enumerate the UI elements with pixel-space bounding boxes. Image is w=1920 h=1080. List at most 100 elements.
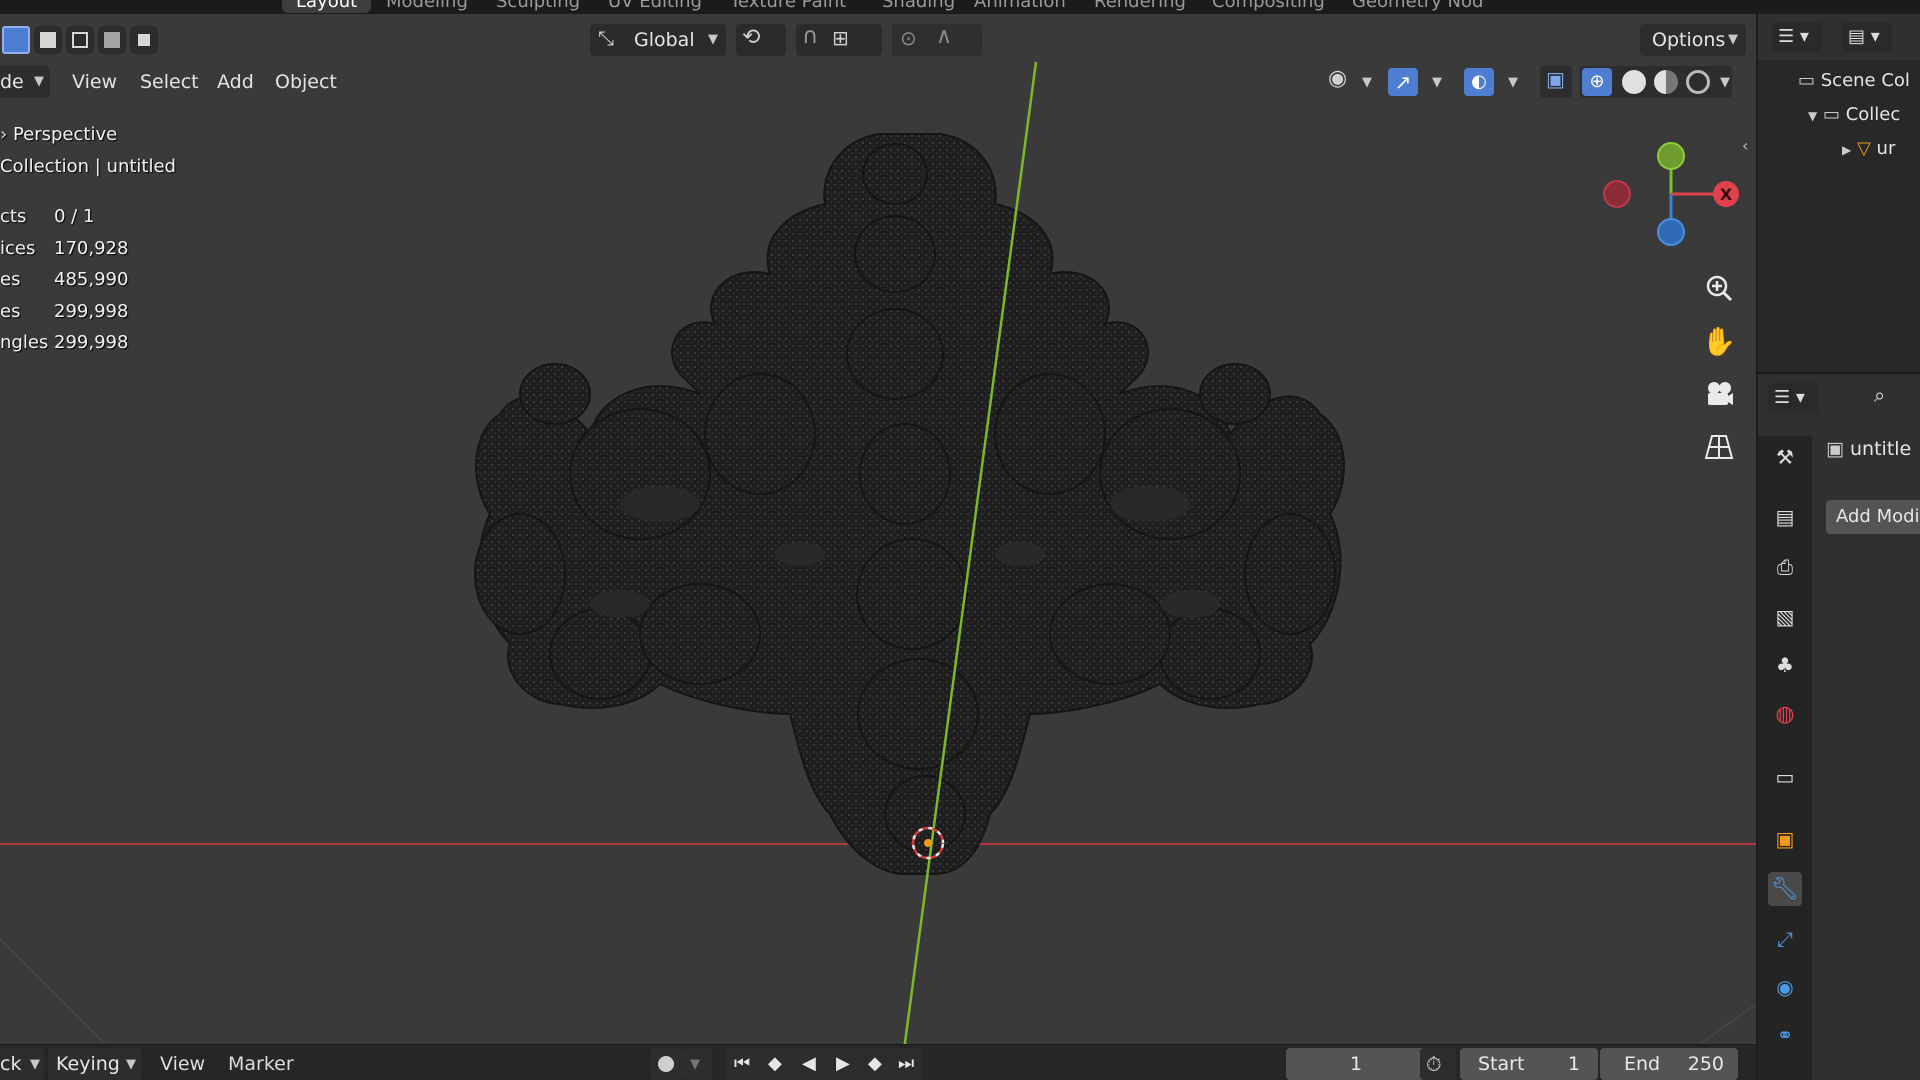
- expand-arrow-icon[interactable]: ▼: [1808, 109, 1817, 123]
- keying-dropdown[interactable]: Keying ▼: [48, 1048, 142, 1080]
- tab-rendering[interactable]: Rendering: [1080, 0, 1200, 13]
- material-shading-icon[interactable]: [1654, 70, 1678, 94]
- outliner: ☰ ▾ ▤ ▾ ▭ Scene Col ▼ ▭ Collec ▶ ▽ ur: [1758, 14, 1920, 374]
- tab-sculpting[interactable]: Sculpting: [482, 0, 594, 13]
- prev-keyframe-icon[interactable]: ◆: [768, 1049, 782, 1079]
- 3d-viewport[interactable]: ⤡ Global ▼ ⟲ ∩ ⊞ ⊙ ∧ Options ▼ de ▼ View…: [0, 14, 1756, 1080]
- tab-texture-paint[interactable]: Texture Paint: [716, 0, 860, 13]
- object-properties-icon[interactable]: ▣: [1768, 822, 1802, 856]
- collection-box-icon: ▭: [1822, 104, 1840, 125]
- next-keyframe-icon[interactable]: ◆: [868, 1049, 882, 1079]
- properties-editor-type-dropdown[interactable]: ☰ ▾: [1768, 383, 1818, 413]
- render-properties-icon[interactable]: ▤: [1768, 500, 1802, 534]
- object-name-row: ▣ untitle: [1826, 438, 1912, 460]
- display-mode-dropdown[interactable]: ▤ ▾: [1842, 22, 1892, 52]
- transform-orientation-dropdown[interactable]: ⤡ Global ▼: [590, 24, 726, 56]
- zoom-icon[interactable]: [1699, 268, 1739, 308]
- particles-properties-icon[interactable]: ⤢: [1768, 922, 1802, 956]
- modifier-properties-icon[interactable]: 🔧︎: [1768, 872, 1802, 906]
- current-frame-field[interactable]: 1: [1286, 1048, 1426, 1080]
- tab-animation[interactable]: Animation: [960, 0, 1080, 13]
- pan-hand-icon[interactable]: ✋: [1699, 321, 1739, 361]
- collapse-arrow-icon[interactable]: ▶: [1842, 143, 1851, 157]
- keying-label: Keying: [56, 1053, 120, 1075]
- object-data-icon: ▣: [1826, 438, 1844, 460]
- options-dropdown[interactable]: Options ▼: [1640, 24, 1746, 56]
- output-properties-icon[interactable]: ⎙: [1768, 550, 1802, 584]
- tab-geometry-nodes[interactable]: Geometry Nod: [1338, 0, 1497, 13]
- jump-end-icon[interactable]: ⏭: [898, 1049, 914, 1079]
- outliner-item-scene-collection[interactable]: ▭ Scene Col: [1798, 70, 1910, 91]
- play-icon[interactable]: ▶: [836, 1049, 850, 1079]
- constraints-properties-icon[interactable]: ⚭: [1768, 1018, 1802, 1052]
- world-properties-icon[interactable]: ◍: [1768, 697, 1802, 731]
- outliner-item-collection[interactable]: ▼ ▭ Collec: [1808, 104, 1900, 125]
- stat-triangles-label: ngles: [0, 332, 49, 353]
- grid-line: [0, 938, 106, 1045]
- physics-properties-icon[interactable]: ◉: [1768, 970, 1802, 1004]
- tab-layout[interactable]: Layout: [282, 0, 372, 13]
- camera-view-icon[interactable]: [1699, 374, 1739, 414]
- tab-modeling[interactable]: Modeling: [372, 0, 482, 13]
- collection-properties-icon[interactable]: ▭: [1768, 760, 1802, 794]
- chevron-down-icon: ▼: [1362, 75, 1372, 90]
- viewport-canvas[interactable]: [0, 14, 1756, 1080]
- wireframe-shading-icon[interactable]: ⊕: [1582, 68, 1612, 96]
- start-frame-field[interactable]: Start 1: [1460, 1048, 1598, 1080]
- playback-dropdown[interactable]: ck ▼: [0, 1048, 44, 1080]
- xray-toggle[interactable]: ▣: [1540, 66, 1572, 98]
- menu-view[interactable]: View: [72, 67, 117, 97]
- gizmo-toggle[interactable]: ↗ ▼: [1386, 66, 1446, 98]
- tool-settings-icon[interactable]: ⚒: [1768, 440, 1802, 474]
- chevron-down-icon: ▼: [1728, 32, 1738, 47]
- menu-object[interactable]: Object: [275, 67, 337, 97]
- proportional-edit-dropdown[interactable]: ⊙ ∧: [892, 24, 982, 56]
- select-intersect-icon[interactable]: [130, 26, 158, 54]
- stat-faces-label: es: [0, 301, 21, 322]
- stat-vertices-value: 170,928: [54, 238, 129, 259]
- outliner-item-object[interactable]: ▶ ▽ ur: [1842, 138, 1895, 159]
- add-modifier-button[interactable]: Add Modif: [1826, 500, 1920, 534]
- tab-shading[interactable]: Shading: [868, 0, 969, 13]
- start-value: 1: [1567, 1053, 1580, 1075]
- tab-compositing[interactable]: Compositing: [1198, 0, 1339, 13]
- timeline-header: ck ▼ Keying ▼ View Marker ▼ ⏮ ◆ ◀ ▶ ◆ ⏭ …: [0, 1044, 1756, 1080]
- chevron-down-icon: ▼: [30, 1057, 40, 1072]
- shading-buttons[interactable]: ⊕ ▼: [1580, 66, 1732, 98]
- visibility-dropdown[interactable]: ◉ ▼: [1324, 66, 1374, 98]
- select-extend-icon[interactable]: [34, 26, 62, 54]
- timeline-menu-view[interactable]: View: [160, 1049, 205, 1079]
- menu-select[interactable]: Select: [140, 67, 199, 97]
- jump-start-icon[interactable]: ⏮: [734, 1049, 750, 1079]
- chevron-down-icon: ▼: [1432, 75, 1442, 90]
- tab-uv-editing[interactable]: UV Editing: [594, 0, 716, 13]
- perspective-toggle-icon[interactable]: [1699, 427, 1739, 467]
- menu-add[interactable]: Add: [217, 67, 254, 97]
- navigation-gizmo[interactable]: X: [1590, 136, 1740, 256]
- end-frame-field[interactable]: End 250: [1600, 1048, 1738, 1080]
- autokey-toggle[interactable]: [650, 1048, 682, 1080]
- view-layer-icon[interactable]: ▧: [1768, 600, 1802, 634]
- select-subtract-icon[interactable]: [66, 26, 94, 54]
- scene-properties-icon[interactable]: ♣: [1768, 648, 1802, 682]
- mode-dropdown[interactable]: de ▼: [0, 66, 50, 98]
- pivot-point-dropdown[interactable]: ⟲: [736, 24, 786, 56]
- snap-increment-icon: ⊞: [832, 26, 849, 50]
- timeline-menu-marker[interactable]: Marker: [228, 1049, 294, 1079]
- view-name: › Perspective: [0, 124, 118, 145]
- solid-shading-icon[interactable]: [1622, 70, 1646, 94]
- sidebar-toggle-icon[interactable]: ‹: [1742, 136, 1748, 155]
- snapping-dropdown[interactable]: ∩ ⊞: [796, 24, 882, 56]
- stat-objects-label: cts: [0, 206, 27, 227]
- select-new-icon[interactable]: [2, 26, 30, 54]
- select-invert-icon[interactable]: [98, 26, 126, 54]
- overlays-toggle[interactable]: ◐ ▼: [1462, 66, 1522, 98]
- stopwatch-icon: ⏱: [1426, 1052, 1442, 1076]
- rendered-shading-icon[interactable]: [1686, 70, 1710, 94]
- preview-range-toggle[interactable]: ⏱: [1420, 1048, 1456, 1080]
- editor-type-dropdown[interactable]: ☰ ▾: [1772, 22, 1822, 52]
- autokey-options[interactable]: ▼: [682, 1048, 712, 1080]
- mode-label: de: [0, 71, 24, 93]
- play-reverse-icon[interactable]: ◀: [802, 1049, 816, 1079]
- search-icon[interactable]: ⌕: [1874, 383, 1885, 407]
